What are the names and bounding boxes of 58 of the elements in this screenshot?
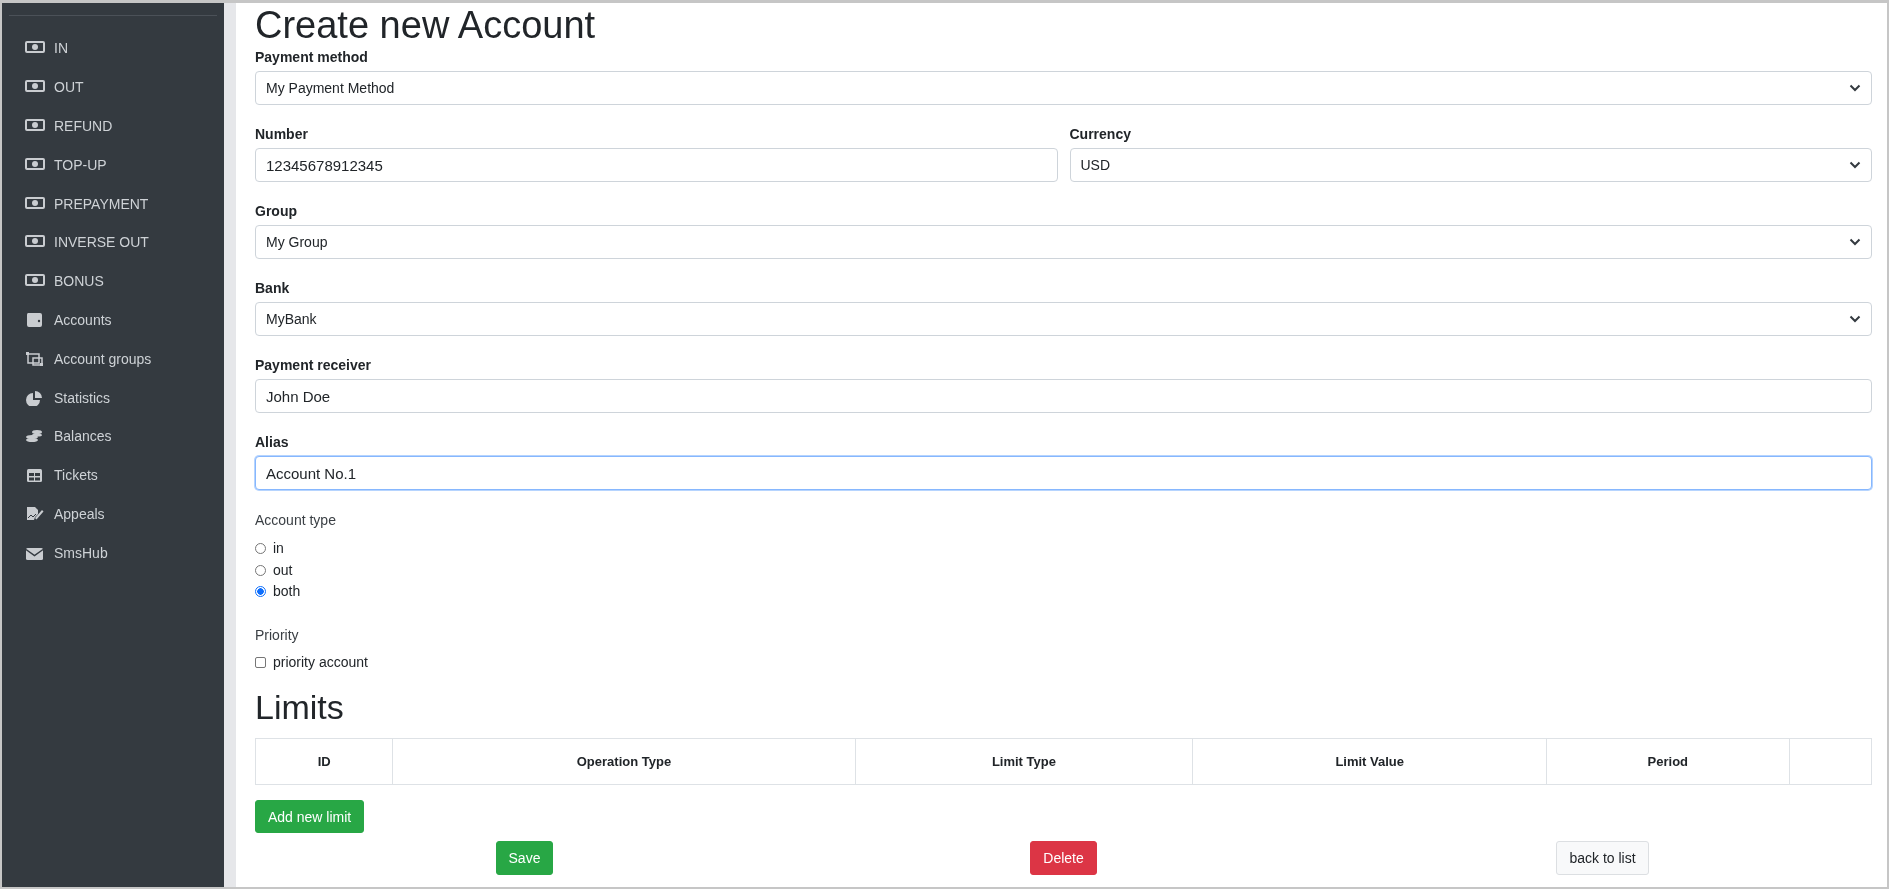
sidebar-item[interactable]: TOP-UP bbox=[2, 145, 224, 185]
input-field[interactable]: John Doe bbox=[255, 379, 1872, 413]
chevron-down-icon bbox=[1849, 161, 1861, 169]
page-title: Create new Account bbox=[255, 3, 597, 47]
radio-option[interactable]: both bbox=[255, 581, 301, 603]
sidebar-item[interactable]: OUT bbox=[2, 67, 224, 107]
pie-chart-icon bbox=[25, 389, 45, 406]
sidebar-item[interactable]: REFUND bbox=[2, 106, 224, 146]
sidebar-item[interactable]: INVERSE OUT bbox=[2, 223, 224, 262]
field-label: Group bbox=[255, 202, 298, 220]
signature-icon bbox=[25, 505, 45, 522]
column-header: ID bbox=[255, 738, 393, 785]
sidebar-item[interactable]: Accounts bbox=[2, 300, 224, 340]
column-header: Operation Type bbox=[392, 738, 856, 785]
field-label: Bank bbox=[255, 279, 291, 297]
delete-button[interactable]: Delete bbox=[1030, 841, 1097, 875]
column-header: Limit Type bbox=[855, 738, 1193, 785]
field-label: Payment receiver bbox=[255, 356, 372, 374]
money-bill-icon bbox=[25, 118, 45, 134]
table-icon bbox=[25, 467, 45, 484]
section-label: Account type bbox=[255, 511, 337, 530]
dropdown[interactable]: MyBank bbox=[255, 302, 1872, 336]
sidebar-item[interactable]: Tickets bbox=[2, 455, 224, 495]
dropdown[interactable]: My Group bbox=[255, 225, 1872, 259]
chevron-down-icon bbox=[1849, 315, 1861, 323]
checkbox-option[interactable]: priority account bbox=[255, 651, 368, 673]
chevron-down-icon bbox=[1849, 84, 1861, 92]
field-label: Currency bbox=[1069, 125, 1132, 143]
money-bill-icon bbox=[25, 195, 45, 212]
sidebar-item[interactable]: SmsHub bbox=[2, 533, 224, 573]
object-group-icon bbox=[25, 350, 45, 367]
wallet-icon bbox=[25, 311, 45, 328]
field-label: Alias bbox=[255, 433, 290, 451]
field-label: Number bbox=[255, 125, 309, 143]
sidebar-item[interactable]: Balances bbox=[2, 416, 224, 456]
column-header: Limit Value bbox=[1192, 738, 1547, 785]
field-label: Payment method bbox=[255, 48, 369, 66]
sidebar-item[interactable]: PREPAYMENT bbox=[2, 184, 224, 223]
section-label: Priority bbox=[255, 625, 300, 645]
input-field[interactable]: 12345678912345 bbox=[255, 148, 1058, 182]
checkbox[interactable] bbox=[255, 656, 266, 668]
sidebar-item[interactable]: Account groups bbox=[2, 339, 224, 379]
money-bill-icon bbox=[25, 156, 45, 173]
sidebar-item[interactable]: BONUS bbox=[2, 261, 224, 301]
radio-button[interactable] bbox=[255, 586, 266, 598]
input-field[interactable]: Account No.1 bbox=[255, 456, 1872, 490]
chevron-down-icon bbox=[1849, 238, 1861, 246]
section-title: Limits bbox=[255, 687, 345, 728]
sidebar-item[interactable]: Appeals bbox=[2, 494, 224, 534]
sidebar-item[interactable]: IN bbox=[2, 29, 224, 68]
coins-icon bbox=[25, 428, 45, 445]
sidebar-item[interactable]: Statistics bbox=[2, 378, 224, 417]
radio-option[interactable]: out bbox=[255, 559, 293, 581]
column-header: Period bbox=[1546, 738, 1790, 785]
dropdown[interactable]: USD bbox=[1069, 148, 1872, 182]
back-button[interactable]: back to list bbox=[1556, 841, 1649, 875]
dropdown[interactable]: My Payment Method bbox=[255, 71, 1872, 105]
radio-option[interactable]: in bbox=[255, 538, 284, 560]
